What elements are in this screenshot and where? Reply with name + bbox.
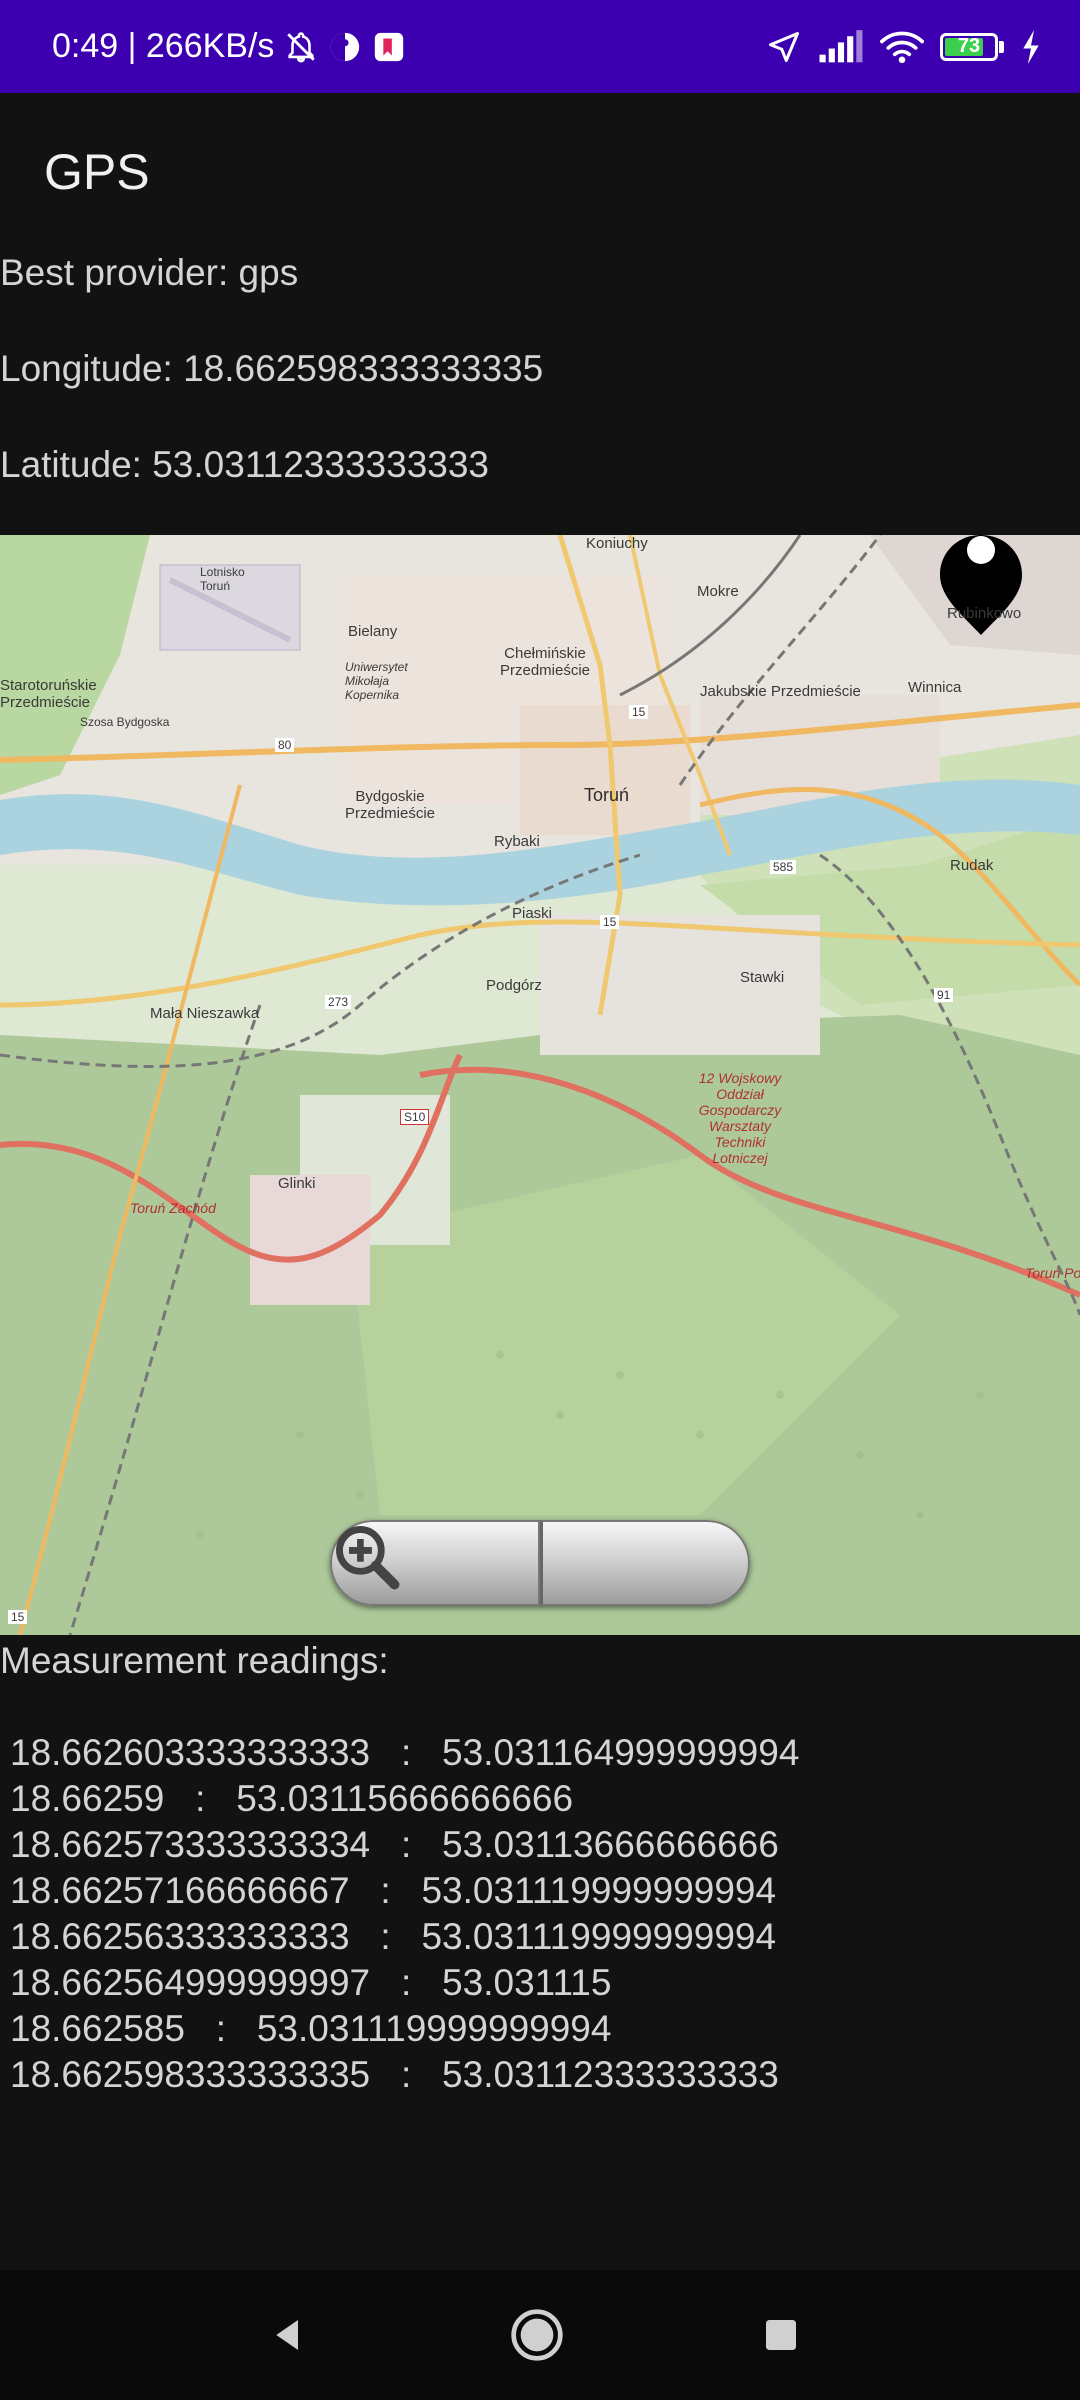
road-15-c: 15 [8,1610,28,1624]
status-bar: 0:49 | 266KB/s 73 [0,0,1080,93]
map-label-lotnisko: Lotnisko Toruń [200,565,245,593]
map-label-mokre: Mokre [697,583,739,600]
back-icon [276,2320,298,2350]
reading-row: 18.66256333333333 : 53.031119999999994 [10,1916,777,1957]
app-bar: GPS [0,93,1080,253]
road-273: 273 [325,995,352,1009]
reading-row: 18.66257166666667 : 53.031119999999994 [10,1870,777,1911]
reading-row: 18.662573333333334 : 53.03113666666666 [10,1824,779,1865]
map-label-chelminskie: Chełmińskie Przedmieście [500,645,591,679]
location-icon [766,29,802,65]
readings-list: 18.662603333333333 : 53.031164999999994 … [10,1730,799,2098]
map-label-podgorz: Podgórz [486,977,542,994]
zoom-in-icon [336,1526,400,1590]
app-title: GPS [44,144,150,200]
map-label-torun: Toruń [584,785,630,805]
map-label-glinki: Glinki [278,1175,316,1192]
reading-row: 18.662564999999997 : 53.031115 [10,1962,612,2003]
back-button[interactable] [255,2302,321,2368]
app-icon [328,30,362,64]
map-label-rudak: Rudak [950,857,994,874]
charging-icon [1020,29,1042,64]
zoom-controls [330,1520,750,1606]
map-label-stawki: Stawki [740,969,785,986]
map-label-koniuchy: Koniuchy [586,535,648,552]
home-button[interactable] [504,2302,570,2368]
status-right: 73 [766,0,1042,93]
recents-button[interactable] [748,2302,814,2368]
map-label-jakubskie: Jakubskie Przedmieście [700,683,861,700]
map-label-winnica: Winnica [908,679,962,696]
youtube-icon [372,30,406,64]
signal-icon [818,29,864,64]
map-label-bielany: Bielany [348,623,398,640]
longitude-text: Longitude: 18.662598333333335 [0,348,544,389]
map-label-piaski: Piaski [512,905,553,922]
map-view[interactable]: Koniuchy Lotnisko Toruń Mokre Rubinkowo … [0,535,1080,1635]
road-s10: S10 [400,1109,430,1125]
road-585: 585 [770,860,797,874]
home-icon [511,2309,563,2361]
map-label-wojskowy: 12 Wojskowy Oddział Gospodarczy Warsztat… [698,1070,782,1166]
map-label-torun-pol: Toruń Połu... [1025,1265,1080,1281]
zoom-in-button[interactable] [336,1520,750,1606]
map-label-bydgoskie: Bydgoskie Przedmieście [345,788,436,822]
map-label-uniwersytet: Uniwersytet Mikołaja Kopernika [345,660,408,702]
reading-row: 18.66259 : 53.03115666666666 [10,1778,574,1819]
map-label-starotorunskie: Starotoruńskie Przedmieście [0,677,97,711]
reading-row: 18.662603333333333 : 53.031164999999994 [10,1732,800,1773]
battery-icon: 73 [940,32,1004,61]
bell-off-icon [284,30,318,64]
map-label-szosa: Szosa Bydgoska [80,715,170,729]
map-label-rubinkowo: Rubinkowo [947,605,1022,622]
readings-title: Measurement readings: [0,1640,389,1681]
battery-level: 73 [957,35,981,57]
map-label-mala-nieszawka: Mała Nieszawka [150,1005,260,1022]
reading-row: 18.662598333333335 : 53.03112333333333 [10,2054,779,2095]
latitude-text: Latitude: 53.03112333333333 [0,444,490,485]
reading-row: 18.662585 : 53.031119999999994 [10,2008,612,2049]
map-label-torun-zachod: Toruń Zachód [130,1200,216,1216]
road-15-b: 15 [600,915,620,929]
road-80: 80 [275,738,295,752]
best-provider-text: Best provider: gps [0,252,299,293]
status-time-speed: 0:49 | 266KB/s [52,27,275,65]
road-15: 15 [629,705,649,719]
recents-icon [766,2320,796,2350]
map-tiles [0,535,1080,1635]
map-label-rybaki: Rybaki [494,833,540,850]
navigation-bar [0,2270,1080,2400]
road-91: 91 [934,988,954,1002]
wifi-icon [880,30,924,64]
status-left: 0:49 | 266KB/s [52,0,406,93]
